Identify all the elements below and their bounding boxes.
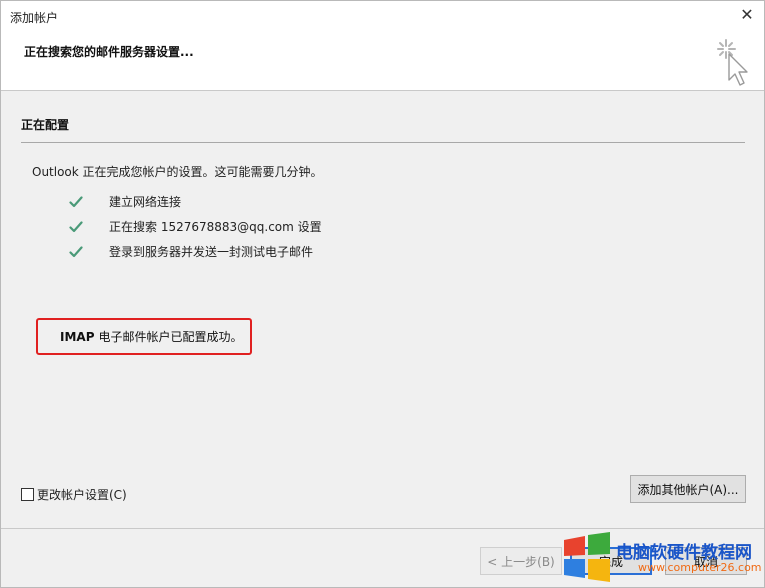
add-other-account-button[interactable]: 添加其他帐户(A)... — [630, 475, 746, 503]
step-label: 登录到服务器并发送一封测试电子邮件 — [109, 245, 314, 259]
site-watermark: 电脑软硬件教程网 www.computer26.com — [562, 532, 765, 588]
windows-logo-icon — [564, 532, 610, 582]
watermark-url: www.computer26.com — [638, 561, 762, 574]
section-divider — [21, 142, 745, 143]
success-highlight: IMAP 电子邮件帐户已配置成功。 — [36, 318, 252, 355]
step-label: 建立网络连接 — [109, 195, 182, 209]
checkmark-icon — [69, 194, 109, 210]
change-settings-checkbox[interactable]: 更改帐户设置(C) — [21, 486, 127, 503]
wizard-header: 正在搜索您的邮件服务器设置... — [1, 31, 764, 91]
wizard-heading: 正在搜索您的邮件服务器设置... — [24, 45, 194, 59]
footer-divider — [1, 528, 764, 529]
close-icon[interactable]: ✕ — [738, 6, 756, 24]
back-button[interactable]: < 上一步(B) — [480, 547, 562, 575]
checkmark-icon — [69, 219, 109, 235]
step-label: 正在搜索 1527678883@qq.com 设置 — [109, 220, 322, 234]
step-item: 登录到服务器并发送一封测试电子邮件 — [69, 239, 322, 264]
window-title: 添加帐户 — [10, 11, 59, 25]
success-protocol: IMAP — [60, 329, 95, 344]
add-account-dialog: 添加帐户 ✕ 正在搜索您的邮件服务器设置... 正在配置 Outlook 正在完… — [0, 0, 765, 588]
status-description: Outlook 正在完成您帐户的设置。这可能需要几分钟。 — [32, 165, 323, 179]
step-item: 正在搜索 1527678883@qq.com 设置 — [69, 214, 322, 239]
section-title: 正在配置 — [21, 118, 70, 132]
title-bar: 添加帐户 ✕ — [1, 1, 764, 31]
busy-cursor-icon — [717, 39, 748, 86]
checkmark-icon — [69, 244, 109, 260]
change-settings-label: 更改帐户设置(C) — [37, 488, 127, 502]
progress-steps: 建立网络连接 正在搜索 1527678883@qq.com 设置 登录到服务器并… — [69, 189, 322, 264]
checkbox-box[interactable] — [21, 488, 34, 501]
step-item: 建立网络连接 — [69, 189, 322, 214]
success-message: 电子邮件帐户已配置成功。 — [98, 330, 243, 344]
watermark-title: 电脑软硬件教程网 — [616, 543, 752, 563]
